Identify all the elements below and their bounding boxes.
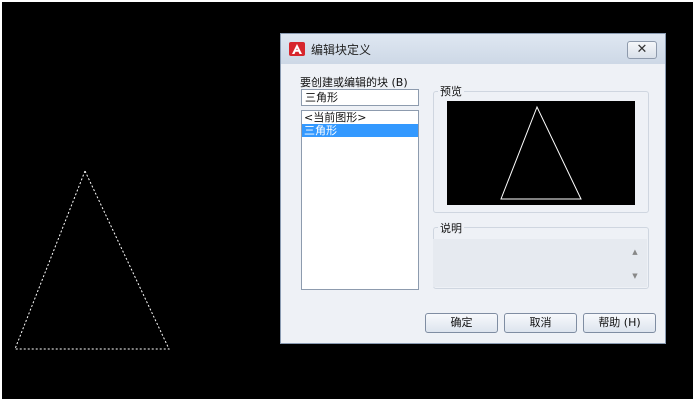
cancel-button[interactable]: 取消 — [504, 313, 577, 333]
dashed-triangle[interactable] — [14, 169, 170, 350]
preview-label: 预览 — [438, 83, 464, 99]
description-label: 说明 — [438, 220, 464, 236]
block-list[interactable]: <当前图形> 三角形 — [301, 110, 419, 290]
ok-button[interactable]: 确定 — [425, 313, 498, 333]
block-name-label: 要创建或编辑的块 (B) — [300, 76, 408, 89]
dialog-title: 编辑块定义 — [311, 43, 372, 57]
list-item-current-drawing[interactable]: <当前图形> — [302, 111, 418, 124]
preview-triangle — [500, 105, 582, 200]
close-button[interactable]: ✕ — [627, 41, 657, 59]
help-button[interactable]: 帮助 (H) — [583, 313, 656, 333]
block-name-input[interactable]: 三角形 — [301, 89, 419, 106]
scroll-down-icon[interactable]: ▼ — [629, 271, 641, 283]
block-preview — [447, 101, 635, 205]
scroll-up-icon[interactable]: ▲ — [629, 247, 641, 259]
close-icon: ✕ — [636, 42, 648, 57]
list-item-triangle[interactable]: 三角形 — [302, 124, 418, 137]
description-scrollbar[interactable]: ▲ ▼ — [629, 247, 641, 283]
description-textbox[interactable]: ▲ ▼ — [433, 239, 647, 287]
preview-drawing — [500, 105, 582, 200]
edit-block-dialog: 编辑块定义 ✕ 要创建或编辑的块 (B) 三角形 <当前图形> 三角形 预览 说… — [280, 33, 666, 344]
dialog-titlebar[interactable]: 编辑块定义 ✕ — [281, 34, 665, 64]
autocad-logo-icon — [289, 42, 305, 56]
